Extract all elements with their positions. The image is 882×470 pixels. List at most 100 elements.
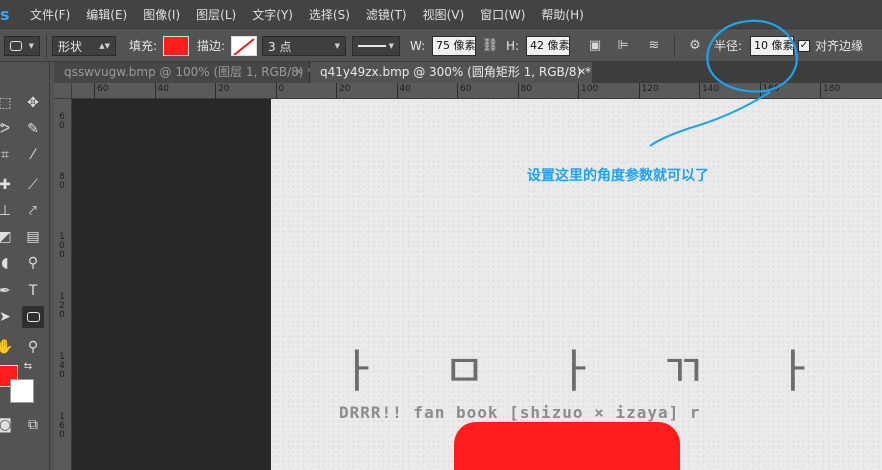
width-input[interactable]: 75 像素 — [432, 36, 476, 56]
ruler-tick-label: 160 — [59, 412, 65, 440]
fill-label: 填充: — [129, 39, 158, 53]
ruler-tick-label: 0 — [278, 84, 285, 94]
mode-select-value: 形状 — [58, 39, 83, 54]
stroke-width-field[interactable]: 3 点 ▼ — [262, 36, 346, 56]
ruler-tick-label: 120 — [59, 292, 65, 320]
ruler-tick — [275, 83, 277, 99]
crop-tool-icon[interactable]: ⌗ — [0, 144, 16, 166]
menu-edit[interactable]: 编辑(E) — [78, 6, 135, 23]
ruler-tick — [759, 83, 761, 99]
ruler-tick — [154, 83, 156, 99]
quick-select-tool-icon[interactable]: ✎ — [22, 118, 44, 140]
link-icon[interactable]: ⛓ — [481, 36, 499, 56]
tab-document-1[interactable]: qsswvugw.bmp @ 100% (图层 1, RGB/8) * ✕ — [54, 62, 314, 83]
history-brush-tool-icon[interactable]: ⤤ — [22, 200, 44, 222]
rounded-rect-icon — [10, 41, 22, 51]
eraser-tool-icon[interactable]: ◩ — [0, 226, 16, 248]
path-arrangement-icon[interactable]: ≋ — [645, 36, 663, 56]
ruler-tick — [94, 83, 95, 99]
tool-preset-picker[interactable]: ▼ — [4, 36, 40, 56]
canvas-glyph: ㅁ — [443, 344, 486, 398]
ruler-tick-label: 60 — [460, 84, 472, 94]
eyedropper-tool-icon[interactable]: ⁄ — [22, 144, 44, 166]
clone-stamp-tool-icon[interactable]: ⊥ — [0, 200, 16, 222]
close-icon[interactable]: ✕ — [578, 62, 586, 83]
path-alignment-icon[interactable]: ⊫ — [614, 36, 632, 56]
swap-colors-icon[interactable]: ⇆ — [22, 360, 34, 372]
close-icon[interactable]: ✕ — [295, 62, 303, 83]
ruler-corner[interactable] — [54, 83, 72, 99]
divider — [674, 34, 675, 58]
ruler-tick — [820, 83, 821, 99]
quick-mask-icon[interactable]: ◙ — [0, 414, 16, 436]
menu-window[interactable]: 窗口(W) — [472, 6, 533, 23]
ruler-tick-label: 100 — [581, 84, 599, 94]
chevron-updown-icon: ▲▼ — [99, 42, 110, 50]
zoom-tool-icon[interactable]: ⚲ — [22, 336, 44, 358]
ruler-tick-label: 20 — [339, 84, 351, 94]
gear-icon[interactable]: ⚙ — [686, 36, 704, 56]
dodge-tool-icon[interactable]: ⚲ — [22, 252, 44, 274]
radius-label: 半径: — [714, 39, 743, 53]
align-edges-checkbox[interactable]: ✓ — [798, 40, 810, 52]
ruler-tick — [396, 83, 398, 99]
stroke-color-swatch[interactable] — [231, 36, 257, 56]
menu-layer[interactable]: 图层(L) — [188, 6, 244, 23]
menu-help[interactable]: 帮助(H) — [533, 6, 591, 23]
menu-select[interactable]: 选择(S) — [301, 6, 358, 23]
blur-tool-icon[interactable]: ◖ — [0, 252, 16, 274]
fill-color-swatch[interactable] — [163, 36, 189, 56]
tab-label: q41y49zx.bmp @ 300% (圆角矩形 1, RGB/8) * — [320, 65, 591, 79]
ruler-tick-label: 80 — [59, 172, 65, 191]
path-select-tool-icon[interactable]: ➤ — [0, 306, 16, 328]
rounded-rectangle-tool-icon[interactable] — [22, 306, 44, 328]
ruler-tick — [638, 83, 640, 99]
menu-image[interactable]: 图像(I) — [135, 6, 188, 23]
background-color-swatch[interactable] — [10, 379, 34, 403]
mode-select[interactable]: 形状 ▲▼ — [52, 36, 116, 56]
menu-view[interactable]: 视图(V) — [415, 6, 473, 23]
type-tool-icon[interactable]: T — [22, 280, 44, 302]
gradient-tool-icon[interactable]: ▤ — [22, 226, 44, 248]
ruler-tick-label: 180 — [823, 84, 841, 94]
pasteboard — [72, 99, 271, 470]
menu-type[interactable]: 文字(Y) — [244, 6, 301, 23]
lasso-tool-icon[interactable]: ᕗ — [0, 118, 16, 140]
options-bar: ▼ 形状 ▲▼ 填充: 描边: 3 点 ▼ ▼ W: 75 像素 ⛓ H: 42… — [0, 28, 882, 62]
ruler-tick — [578, 83, 579, 99]
tab-document-2[interactable]: q41y49zx.bmp @ 300% (圆角矩形 1, RGB/8) * ✕ — [310, 62, 592, 83]
screen-mode-icon[interactable]: ⧉ — [22, 414, 44, 436]
canvas-glyph: ㅏ — [773, 344, 816, 398]
ruler-tick-label: 120 — [641, 84, 659, 94]
chevron-down-icon: ▼ — [388, 42, 394, 50]
document-canvas[interactable]: ㅏ ㅁ ㅏ ㄲ ㅏ DRRR!! fan book [shizuo × izay… — [271, 99, 882, 470]
move-tool-icon[interactable]: ✥ — [22, 92, 44, 114]
ruler-tick-label: 40 — [399, 84, 411, 94]
chevron-down-icon: ▼ — [28, 42, 34, 50]
width-label: W: — [410, 39, 426, 53]
tab-label: qsswvugw.bmp @ 100% (图层 1, RGB/8) * — [64, 65, 314, 79]
photoshop-logo: s — [0, 4, 10, 24]
height-label: H: — [506, 39, 520, 53]
hand-tool-icon[interactable]: ✋ — [0, 336, 16, 358]
brush-tool-icon[interactable]: ⟋ — [22, 174, 44, 196]
stroke-type-select[interactable]: ▼ — [352, 36, 400, 56]
radius-input[interactable]: 10 像素 — [750, 36, 794, 56]
ruler-tick-label: 20 — [218, 84, 230, 94]
menu-file[interactable]: 文件(F) — [22, 6, 78, 23]
path-operations-icon[interactable]: ▣ — [586, 36, 604, 56]
healing-brush-tool-icon[interactable]: ✚ — [0, 174, 16, 196]
stroke-label: 描边: — [197, 39, 226, 53]
ruler-tick — [215, 83, 216, 99]
chevron-down-icon: ▼ — [334, 42, 340, 50]
ruler-tick-label: 60 — [97, 84, 109, 94]
height-input[interactable]: 42 像素 — [526, 36, 570, 56]
horizontal-ruler[interactable]: 60 40 20 0 20 40 60 80 100 120 140 160 180 — [72, 83, 882, 99]
pen-tool-icon[interactable]: ✒ — [0, 280, 16, 302]
rounded-rectangle-shape[interactable] — [454, 422, 680, 470]
vertical-ruler[interactable]: 60 80 100 120 140 160 — [54, 99, 72, 470]
ruler-tick-label: 160 — [762, 84, 780, 94]
align-edges-label: 对齐边缘 — [815, 39, 864, 53]
marquee-tool-icon[interactable]: ⬚ — [0, 92, 16, 114]
menu-filter[interactable]: 滤镜(T) — [358, 6, 415, 23]
